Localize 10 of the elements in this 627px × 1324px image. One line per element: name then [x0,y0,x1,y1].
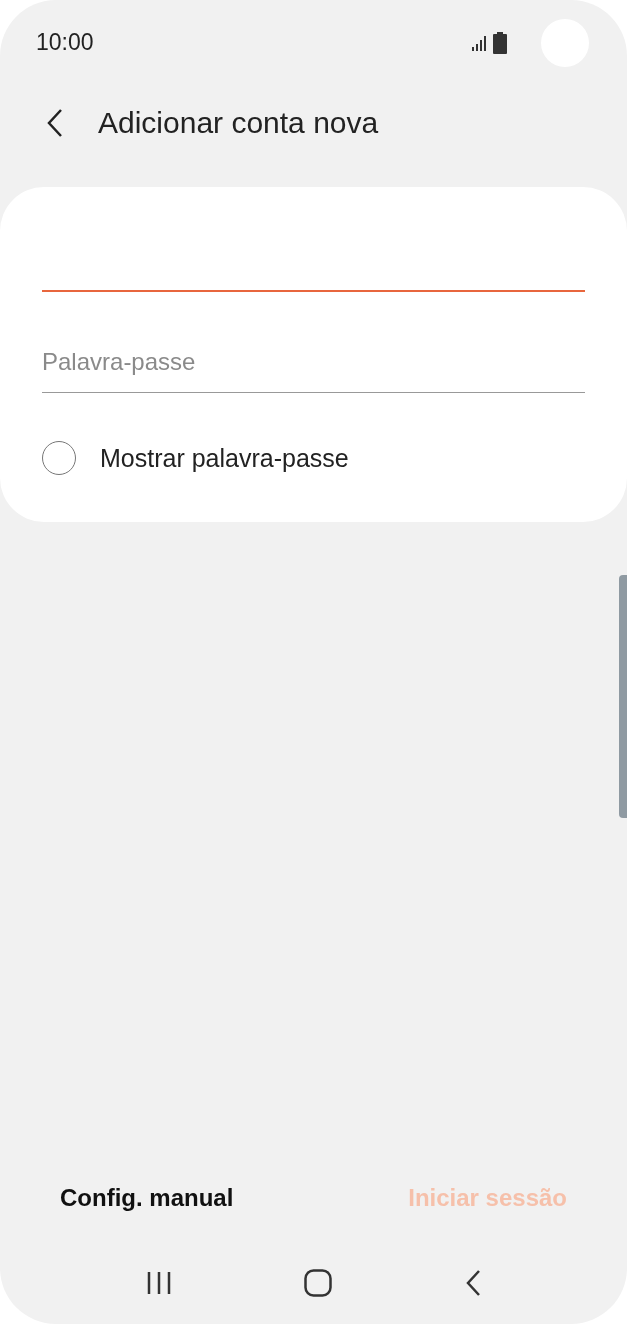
show-password-label: Mostrar palavra-passe [100,443,349,473]
page-title: Adicionar conta nova [98,105,379,140]
recent-apps-icon[interactable] [146,1271,173,1295]
manual-setup-button[interactable]: Config. manual [60,1184,234,1212]
back-nav-icon[interactable] [464,1269,481,1297]
battery-icon [493,31,507,54]
status-time: 10:00 [36,29,94,56]
password-field[interactable]: Palavra-passe [42,332,585,393]
signal-icon [471,34,489,51]
home-icon[interactable] [304,1269,333,1297]
